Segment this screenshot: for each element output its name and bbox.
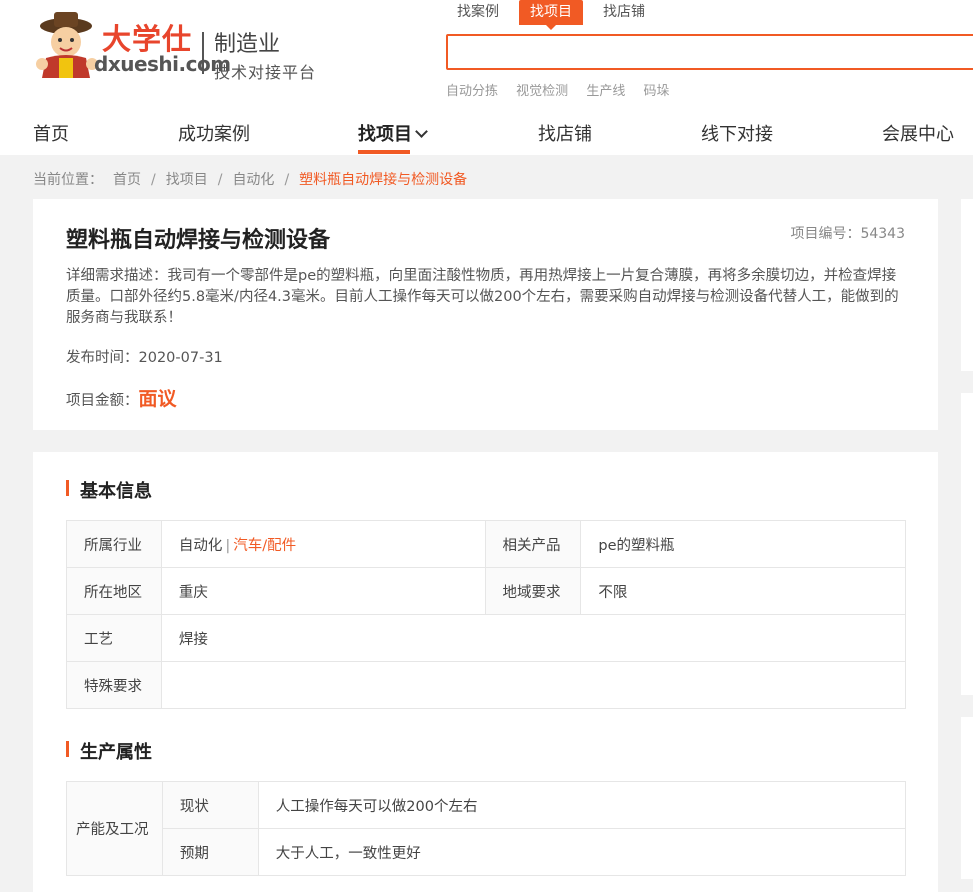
hot-word-link[interactable]: 生产线 (586, 84, 625, 99)
expectation-value: 大于人工，一致性更好 (257, 828, 907, 876)
region-label: 所在地区 (66, 567, 162, 615)
hot-word-link[interactable]: 视觉检测 (516, 84, 568, 99)
brand-domain: dxueshi.com (94, 52, 231, 76)
project-title: 塑料瓶自动焊接与检测设备 (66, 228, 331, 253)
table-row: 工艺 焊接 (66, 614, 907, 662)
product-value: pe的塑料瓶 (580, 520, 906, 568)
amount-value: 面议 (138, 388, 177, 410)
amount-label: 项目金额： (66, 393, 139, 409)
region-requirement-label: 地域要求 (484, 567, 582, 615)
main-nav: 首页 成功案例 找项目 找店铺 线下对接 会展中心 (0, 110, 973, 155)
logo-divider (202, 32, 204, 74)
chevron-down-icon (415, 125, 428, 138)
nav-item-cases[interactable]: 成功案例 (178, 120, 250, 146)
industry-separator: | (225, 537, 231, 554)
current-status-value: 人工操作每天可以做200个左右 (257, 781, 907, 829)
special-requirement-label: 特殊要求 (66, 661, 162, 709)
table-row: 特殊要求 (66, 661, 907, 709)
expectation-label: 预期 (161, 828, 259, 876)
current-status-label: 现状 (161, 781, 259, 829)
breadcrumb-current: 塑料瓶自动焊接与检测设备 (299, 172, 468, 188)
industry-label: 所属行业 (66, 520, 162, 568)
breadcrumb-home[interactable]: 首页 (113, 172, 141, 188)
side-panel-edge (961, 717, 973, 879)
table-row: 所在地区 重庆 地域要求 不限 (66, 567, 906, 615)
special-requirement-value (160, 661, 907, 709)
site-header: 大学仕 dxueshi.com 制造业 技术对接平台 找案例 找项目 找店铺 自… (0, 0, 973, 155)
side-panel-edge (961, 393, 973, 695)
publish-date: 发布时间：2020-07-31 (66, 350, 223, 366)
region-value: 重庆 (160, 567, 486, 615)
hot-word-link[interactable]: 码垛 (643, 84, 669, 99)
table-row: 所属行业 自动化 | 汽车/配件 相关产品 pe的塑料瓶 (66, 520, 906, 568)
nav-item-home[interactable]: 首页 (33, 120, 69, 146)
table-row: 产能及工况 现状 人工操作每天可以做200个左右 (66, 781, 907, 876)
search-tab-projects[interactable]: 找项目 (519, 0, 583, 30)
section-title-production: 生产属性 (66, 738, 152, 764)
mascot-logo-icon (36, 12, 98, 78)
hot-search-words: 自动分拣 视觉检测 生产线 码垛 (446, 80, 683, 99)
project-summary-card: 塑料瓶自动焊接与检测设备 项目编号：54343 详细需求描述：我司有一个零部件是… (33, 199, 938, 430)
product-label: 相关产品 (484, 520, 582, 568)
search-tab-shops[interactable]: 找店铺 (603, 0, 645, 25)
nav-item-offline[interactable]: 线下对接 (701, 120, 773, 146)
project-description: 详细需求描述：我司有一个零部件是pe的塑料瓶，向里面注酸性物质，再用热焊接上一片… (66, 266, 908, 329)
nav-item-projects-label: 找项目 (358, 124, 412, 145)
breadcrumb-projects[interactable]: 找项目 (166, 172, 208, 188)
nav-item-projects[interactable]: 找项目 (358, 120, 428, 146)
nav-item-expo[interactable]: 会展中心 (882, 120, 954, 146)
breadcrumb-separator: / (151, 172, 156, 188)
craft-value: 焊接 (160, 614, 907, 662)
breadcrumb: 当前位置： 首页 / 找项目 / 自动化 / 塑料瓶自动焊接与检测设备 (33, 169, 467, 189)
region-requirement-value: 不限 (580, 567, 906, 615)
breadcrumb-label: 当前位置： (33, 172, 103, 188)
breadcrumb-automation[interactable]: 自动化 (232, 172, 274, 188)
craft-label: 工艺 (66, 614, 162, 662)
industry-value: 自动化 | 汽车/配件 (160, 520, 486, 568)
side-panel-edge (961, 199, 973, 371)
site-logo[interactable]: 大学仕 dxueshi.com 制造业 技术对接平台 (32, 8, 332, 88)
search-tab-cases[interactable]: 找案例 (457, 0, 499, 25)
breadcrumb-separator: / (217, 172, 223, 188)
nav-item-shops[interactable]: 找店铺 (538, 120, 592, 146)
industry-automation: 自动化 (178, 537, 223, 554)
section-title-basic-info: 基本信息 (66, 477, 152, 503)
capacity-group-label: 产能及工况 (66, 781, 163, 876)
logo-industry: 制造业 (214, 32, 281, 57)
description-text: 我司有一个零部件是pe的塑料瓶，向里面注酸性物质，再用热焊接上一片复合薄膜，再将… (66, 268, 899, 326)
description-label: 详细需求描述： (66, 268, 168, 284)
hot-word-link[interactable]: 自动分拣 (446, 84, 498, 99)
project-amount: 项目金额：面议 (66, 384, 177, 411)
project-detail-card: 基本信息 所属行业 自动化 | 汽车/配件 相关产品 pe的塑料瓶 所在地区 重庆 … (33, 452, 938, 892)
basic-info-table: 所属行业 自动化 | 汽车/配件 相关产品 pe的塑料瓶 所在地区 重庆 地域要求 … (66, 520, 907, 709)
table-row: 预期 大于人工，一致性更好 (67, 828, 907, 876)
logo-slogan: 技术对接平台 (214, 63, 317, 82)
search-box (446, 34, 973, 70)
breadcrumb-separator: / (284, 172, 290, 188)
industry-auto-parts-link[interactable]: 汽车/配件 (233, 538, 296, 554)
nav-active-indicator (358, 150, 410, 154)
project-number: 项目编号：54343 (790, 226, 905, 242)
search-input[interactable] (448, 36, 968, 68)
production-table: 产能及工况 现状 人工操作每天可以做200个左右 预期 大于人工，一致性更好 (66, 781, 907, 876)
